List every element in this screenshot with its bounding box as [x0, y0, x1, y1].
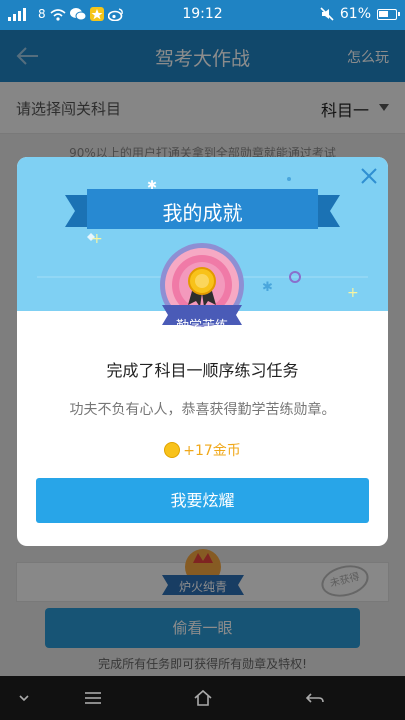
- close-icon[interactable]: [358, 165, 380, 187]
- dialog-title: 我的成就: [162, 201, 243, 225]
- nav-down-icon[interactable]: [14, 688, 34, 708]
- congrats-text: 功夫不负有心人，恭喜获得勤学苦练勋章。: [69, 402, 336, 418]
- battery-percent: 61%: [339, 6, 371, 22]
- battery-fill: [379, 10, 388, 17]
- svg-text:+: +: [91, 231, 103, 247]
- achievement-dialog: + + ✱ ✱ 我的成就 勤学苦练 完成了科目一顺序练习任务 功夫不负有心人，恭…: [17, 157, 388, 546]
- status-right: 61%: [320, 6, 400, 22]
- coin-icon: [164, 442, 181, 458]
- status-bar: 8 19:12 61%: [0, 0, 405, 30]
- coin-amount: +17金币: [183, 443, 241, 459]
- medal-name: 勤学苦练: [175, 319, 228, 334]
- battery-icon: [377, 8, 400, 20]
- svg-text:+: +: [347, 285, 359, 301]
- task-text: 完成了科目一顺序练习任务: [106, 361, 299, 380]
- svg-text:✱: ✱: [262, 280, 273, 295]
- return-icon[interactable]: [305, 688, 325, 708]
- mute-icon: [320, 7, 334, 21]
- coin-reward: +17金币: [17, 440, 388, 460]
- system-navigation-bar: [0, 676, 405, 720]
- share-button[interactable]: 我要炫耀: [36, 478, 369, 523]
- menu-icon[interactable]: [83, 688, 103, 708]
- home-icon[interactable]: [193, 688, 213, 708]
